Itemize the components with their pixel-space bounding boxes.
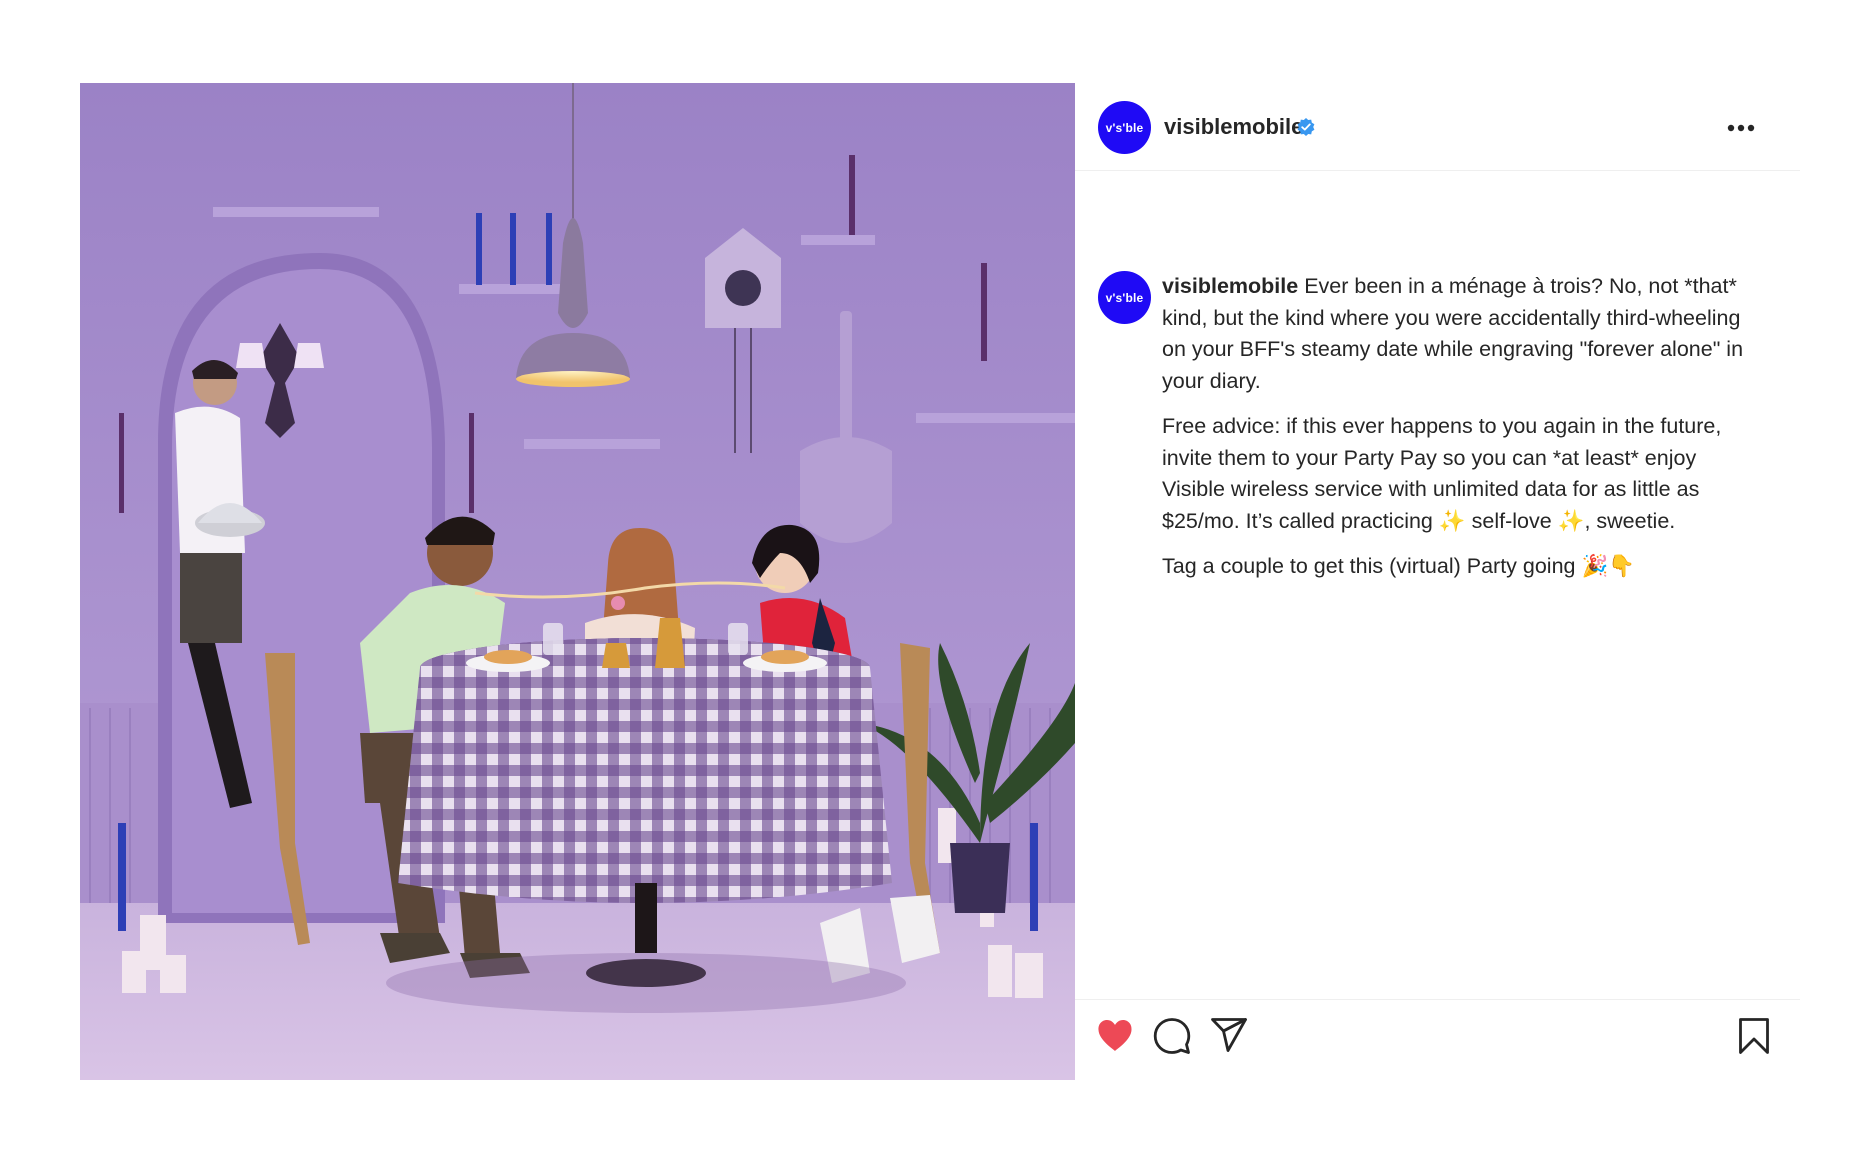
more-horizontal-icon[interactable] <box>1723 113 1759 143</box>
comment-icon[interactable] <box>1153 1017 1191 1055</box>
post-header: v's'ble visiblemobile <box>1075 83 1800 171</box>
paper-plane-icon[interactable] <box>1210 1017 1248 1053</box>
post-photo[interactable] <box>80 83 1075 1080</box>
dinner-scene-illustration <box>80 83 1075 1080</box>
caption-text-3: Tag a couple to get this (virtual) Party… <box>1162 553 1582 578</box>
caption-paragraph-2: Free advice: if this ever happens to you… <box>1162 411 1762 538</box>
post-actions <box>1075 999 1800 1081</box>
party-pointing-emoji: 🎉👇 <box>1581 553 1636 578</box>
caption-text-2c: , sweetie. <box>1584 508 1676 533</box>
avatar[interactable]: v's'ble <box>1098 101 1151 154</box>
sparkles-icon: ✨ <box>1557 508 1585 533</box>
caption-avatar[interactable]: v's'ble <box>1098 271 1151 324</box>
bookmark-icon[interactable] <box>1738 1017 1770 1055</box>
sparkles-icon: ✨ <box>1438 508 1466 533</box>
post-caption: visiblemobile Ever been in a ménage à tr… <box>1162 271 1762 595</box>
caption-paragraph-3: Tag a couple to get this (virtual) Party… <box>1162 551 1762 583</box>
account-username[interactable]: visiblemobile <box>1164 114 1303 140</box>
heart-icon[interactable] <box>1096 1018 1134 1054</box>
caption-paragraph-1: visiblemobile Ever been in a ménage à tr… <box>1162 271 1762 398</box>
caption-username[interactable]: visiblemobile <box>1162 274 1298 298</box>
caption-text-2b: self-love <box>1465 508 1558 533</box>
instagram-post: v's'ble visiblemobile v's'ble visiblemob… <box>80 83 1800 1080</box>
verified-badge-icon <box>1297 118 1315 136</box>
caption-area: v's'ble visiblemobile Ever been in a mén… <box>1075 171 1800 979</box>
post-sidebar: v's'ble visiblemobile v's'ble visiblemob… <box>1075 83 1800 1080</box>
